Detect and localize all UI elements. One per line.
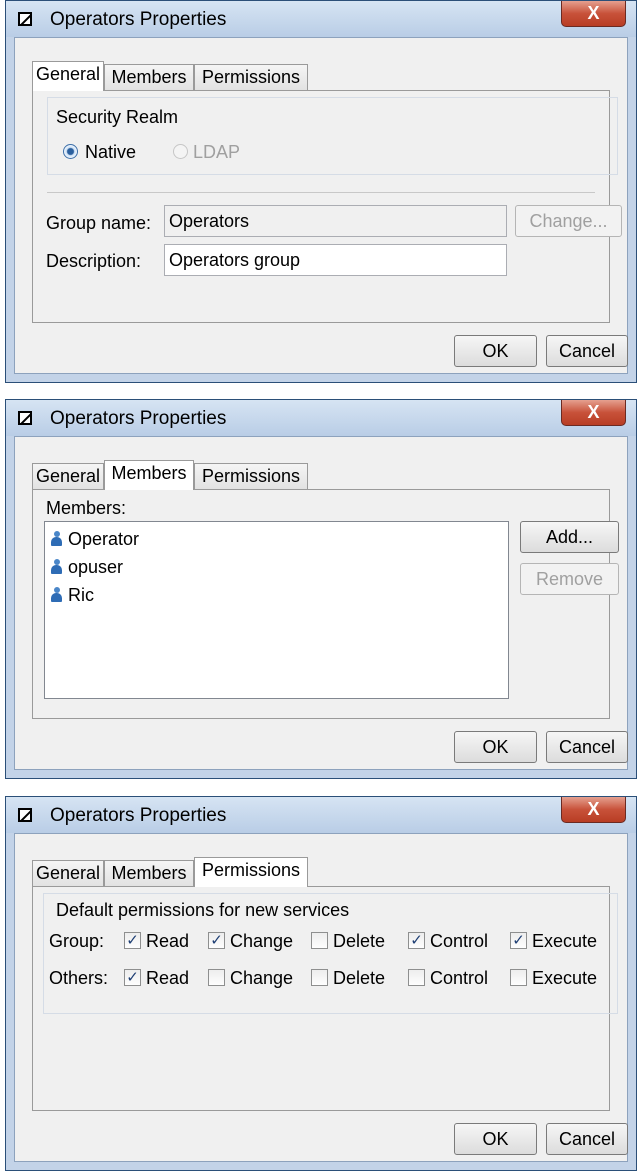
dialog-client: General Members Permissions Default perm…	[14, 833, 628, 1162]
dialog-general: Operators Properties X General Members P…	[5, 0, 637, 383]
others-execute-checkbox[interactable]	[510, 969, 527, 986]
tab-members[interactable]: Members	[104, 64, 194, 90]
members-label: Members:	[46, 498, 127, 518]
window-app-icon	[18, 808, 32, 822]
dialog-members: Operators Properties X General Members P…	[5, 399, 637, 779]
user-icon	[51, 559, 62, 575]
ldap-radio-label[interactable]: LDAP	[193, 141, 240, 163]
tab-general[interactable]: General	[32, 61, 104, 91]
window-title: Operators Properties	[50, 408, 227, 429]
title-bar[interactable]: Operators Properties X	[6, 400, 636, 436]
group-name-field[interactable]: Operators	[164, 205, 507, 237]
cancel-button[interactable]: Cancel	[546, 731, 628, 763]
tab-permissions[interactable]: Permissions	[194, 857, 308, 887]
list-item[interactable]: Operator	[51, 526, 139, 552]
close-button[interactable]: X	[561, 400, 626, 426]
title-bar[interactable]: Operators Properties X	[6, 1, 636, 37]
window-title: Operators Properties	[50, 805, 227, 826]
native-radio-label[interactable]: Native	[85, 141, 136, 163]
checkmark-icon: ✓	[126, 932, 139, 949]
member-name: Operator	[68, 529, 140, 549]
others-delete-checkbox[interactable]	[311, 969, 328, 986]
others-control-checkbox[interactable]	[408, 969, 425, 986]
others-delete-label[interactable]: Delete	[333, 967, 385, 989]
close-icon: X	[587, 402, 600, 422]
group-read-checkbox[interactable]: ✓	[124, 932, 141, 949]
close-button[interactable]: X	[561, 797, 626, 823]
ok-button[interactable]: OK	[454, 335, 537, 367]
description-input[interactable]: Operators group	[164, 244, 507, 276]
group-permissions-label: Group:	[49, 931, 105, 951]
tab-permissions[interactable]: Permissions	[194, 64, 308, 90]
change-button[interactable]: Change...	[515, 205, 622, 237]
checkmark-icon: ✓	[512, 932, 525, 949]
list-item[interactable]: opuser	[51, 554, 123, 580]
tab-panel-members: Members: Operator opuser Ric Add... Remo…	[32, 489, 619, 719]
separator	[47, 192, 595, 193]
ok-button[interactable]: OK	[454, 731, 537, 763]
window-title: Operators Properties	[50, 9, 227, 30]
close-button[interactable]: X	[561, 1, 626, 27]
cancel-button[interactable]: Cancel	[546, 335, 628, 367]
others-read-label[interactable]: Read	[146, 967, 189, 989]
others-change-checkbox[interactable]	[208, 969, 225, 986]
description-label: Description:	[46, 251, 142, 271]
group-delete-label[interactable]: Delete	[333, 930, 385, 952]
window-app-icon	[18, 12, 32, 26]
others-change-label[interactable]: Change	[230, 967, 293, 989]
tab-general[interactable]: General	[32, 860, 104, 886]
user-icon	[51, 531, 62, 547]
checkmark-icon: ✓	[126, 969, 139, 986]
title-bar[interactable]: Operators Properties X	[6, 797, 636, 833]
group-execute-checkbox[interactable]: ✓	[510, 932, 527, 949]
others-execute-label[interactable]: Execute	[532, 967, 597, 989]
native-radio[interactable]	[63, 144, 78, 159]
close-icon: X	[587, 3, 600, 23]
member-name: opuser	[68, 557, 124, 577]
remove-button[interactable]: Remove	[520, 563, 619, 595]
checkmark-icon: ✓	[410, 932, 423, 949]
user-icon	[51, 587, 62, 603]
others-control-label[interactable]: Control	[430, 967, 488, 989]
dialog-client: General Members Permissions Members: Ope…	[14, 436, 628, 770]
ok-button[interactable]: OK	[454, 1123, 537, 1155]
group-read-label[interactable]: Read	[146, 930, 189, 952]
permissions-grid: Group: ✓ Read ✓ Change Delete ✓ Control ✓ Execute…	[44, 894, 617, 1013]
group-delete-checkbox[interactable]	[311, 932, 328, 949]
tab-members[interactable]: Members	[104, 860, 194, 886]
group-change-checkbox[interactable]: ✓	[208, 932, 225, 949]
security-realm-group: Security Realm Native LDAP	[47, 97, 618, 175]
dialog-permissions: Operators Properties X General Members P…	[5, 796, 637, 1171]
others-permissions-label: Others:	[49, 968, 109, 988]
members-list[interactable]: Operator opuser Ric	[44, 521, 509, 699]
dialog-client: General Members Permissions Security Rea…	[14, 37, 628, 374]
group-execute-label[interactable]: Execute	[532, 930, 597, 952]
list-item[interactable]: Ric	[51, 582, 94, 608]
ldap-radio[interactable]	[173, 144, 188, 159]
default-permissions-group: Default permissions for new services Gro…	[43, 893, 618, 1014]
group-change-label[interactable]: Change	[230, 930, 293, 952]
member-name: Ric	[68, 585, 94, 605]
group-control-label[interactable]: Control	[430, 930, 488, 952]
cancel-button[interactable]: Cancel	[546, 1123, 628, 1155]
tab-panel-permissions: Default permissions for new services Gro…	[32, 886, 618, 1111]
tab-panel-general: Security Realm Native LDAP Group name: O…	[32, 90, 622, 323]
others-read-checkbox[interactable]: ✓	[124, 969, 141, 986]
add-button[interactable]: Add...	[520, 521, 619, 553]
tab-permissions[interactable]: Permissions	[194, 463, 308, 489]
security-realm-legend: Security Realm	[56, 107, 179, 127]
checkmark-icon: ✓	[210, 932, 223, 949]
close-icon: X	[587, 799, 600, 819]
group-name-label: Group name:	[46, 213, 152, 233]
tab-members[interactable]: Members	[104, 460, 194, 490]
window-app-icon	[18, 411, 32, 425]
group-control-checkbox[interactable]: ✓	[408, 932, 425, 949]
tab-general[interactable]: General	[32, 463, 104, 489]
